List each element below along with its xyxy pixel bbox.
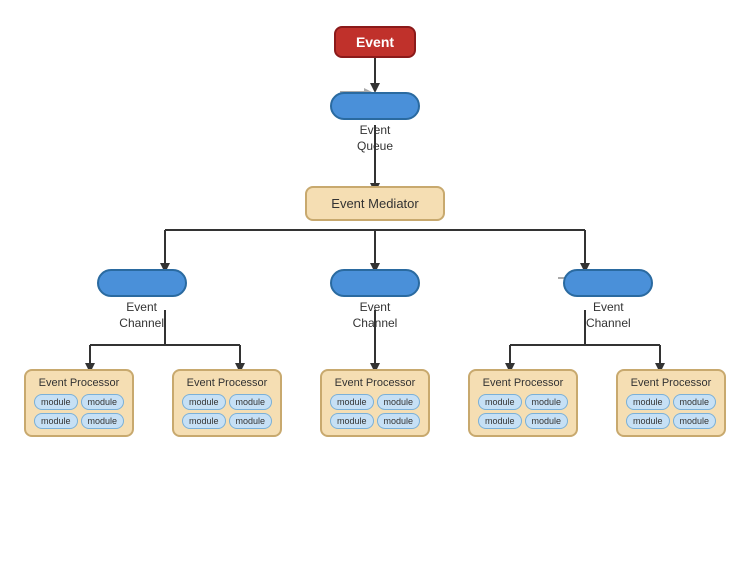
event-section: Event	[334, 14, 416, 58]
module-3-2: module	[377, 394, 421, 410]
channel-col-2: EventChannel	[330, 269, 420, 331]
event-queue-label: EventQueue	[330, 123, 420, 154]
processor-box-3: Event Processor module module module mod…	[320, 369, 430, 437]
event-node: Event	[334, 26, 416, 58]
module-1-4: module	[81, 413, 125, 429]
processor-title-4: Event Processor	[478, 377, 568, 389]
module-2-2: module	[229, 394, 273, 410]
event-channel-label-3: EventChannel	[586, 300, 631, 331]
module-5-3: module	[626, 413, 670, 429]
module-2-4: module	[229, 413, 273, 429]
processor-title-3: Event Processor	[330, 377, 420, 389]
module-grid-3: module module module module	[330, 394, 420, 429]
module-4-2: module	[525, 394, 569, 410]
event-channel-pill-1	[97, 269, 187, 297]
event-channel-label-1: EventChannel	[119, 300, 164, 331]
module-grid-1: module module module module	[34, 394, 124, 429]
processor-title-2: Event Processor	[182, 377, 272, 389]
module-3-4: module	[377, 413, 421, 429]
event-channel-pill-3	[563, 269, 653, 297]
module-4-4: module	[525, 413, 569, 429]
module-grid-5: module module module module	[626, 394, 716, 429]
module-3-1: module	[330, 394, 374, 410]
module-grid-2: module module module module	[182, 394, 272, 429]
mediator-section: Event Mediator	[305, 186, 444, 221]
diagram: Event EventQueue Event Mediator EventCha…	[0, 0, 750, 578]
module-4-3: module	[478, 413, 522, 429]
queue-section: EventQueue	[330, 92, 420, 154]
processor-box-5: Event Processor module module module mod…	[616, 369, 726, 437]
module-4-1: module	[478, 394, 522, 410]
processor-box-1: Event Processor module module module mod…	[24, 369, 134, 437]
event-channel-label-2: EventChannel	[353, 300, 398, 331]
processor-box-2: Event Processor module module module mod…	[172, 369, 282, 437]
module-2-1: module	[182, 394, 226, 410]
event-label: Event	[356, 34, 394, 50]
channel-col-3: EventChannel	[563, 269, 653, 331]
mediator-label: Event Mediator	[331, 196, 418, 211]
module-1-2: module	[81, 394, 125, 410]
processors-row: Event Processor module module module mod…	[5, 369, 745, 437]
module-2-3: module	[182, 413, 226, 429]
module-5-1: module	[626, 394, 670, 410]
module-grid-4: module module module module	[478, 394, 568, 429]
processor-title-5: Event Processor	[626, 377, 716, 389]
processor-box-4: Event Processor module module module mod…	[468, 369, 578, 437]
module-5-4: module	[673, 413, 717, 429]
module-1-1: module	[34, 394, 78, 410]
module-3-3: module	[330, 413, 374, 429]
module-5-2: module	[673, 394, 717, 410]
module-1-3: module	[34, 413, 78, 429]
channels-row: EventChannel EventChannel EventChannel	[25, 269, 725, 331]
event-queue-pill	[330, 92, 420, 120]
channel-col-1: EventChannel	[97, 269, 187, 331]
processor-title-1: Event Processor	[34, 377, 124, 389]
mediator-box: Event Mediator	[305, 186, 444, 221]
event-channel-pill-2	[330, 269, 420, 297]
